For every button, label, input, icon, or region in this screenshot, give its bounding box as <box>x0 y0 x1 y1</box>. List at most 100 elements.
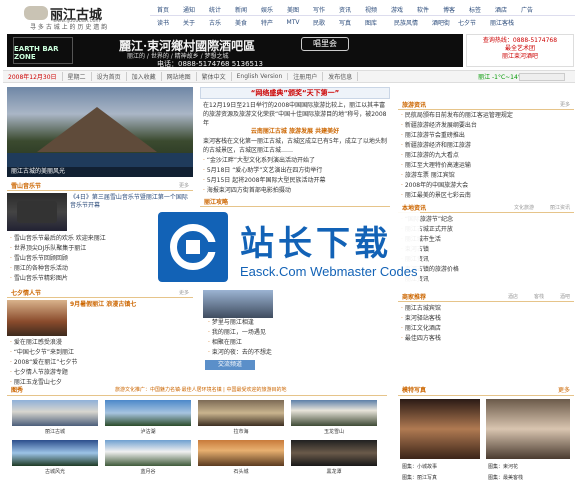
list-item[interactable]: 梦里与丽江相逢 <box>208 318 388 328</box>
portrait-caption[interactable]: 图集：小城故事 <box>402 463 437 470</box>
nav-link[interactable]: 统计 <box>202 5 228 14</box>
list-item[interactable]: 海报束河四方街首部电影拍摄动 <box>203 186 389 196</box>
business-tab[interactable]: 酒店 <box>508 293 518 300</box>
nav-link[interactable]: 写真 <box>332 18 358 27</box>
gallery-photo[interactable] <box>198 440 284 466</box>
list-item[interactable]: 5月18日 “爱心助学”文艺演出在四方街举行 <box>203 166 389 176</box>
portrait-photo[interactable] <box>400 399 480 459</box>
list-item[interactable]: “中国七夕节”来到丽江 <box>10 348 193 358</box>
list-item[interactable]: 我的丽江，一场遇见 <box>208 328 388 338</box>
featured-slideshow[interactable]: 丽江古城的美丽风光 <box>7 87 193 177</box>
list-item[interactable]: 新疆旅游经济和丽江旅游 <box>401 141 573 151</box>
gallery-caption[interactable]: 古城风光 <box>12 468 98 475</box>
local-news-tab[interactable]: 文化旅游 <box>514 204 534 211</box>
list-item[interactable]: 七夕情人节旅游专题 <box>10 368 193 378</box>
nav-link[interactable]: 七夕节 <box>454 18 480 27</box>
infobar-link[interactable]: English Version <box>232 73 289 80</box>
top-banner-ad[interactable]: EARTH BAR ZONE 麗江·束河鄉村國際酒吧區 唱里会 丽江的 / 世界… <box>7 34 463 67</box>
nav-link[interactable]: 丽江客栈 <box>480 18 524 27</box>
portrait-caption[interactable]: 图集：丽江写真 <box>402 474 437 481</box>
nav-link[interactable]: 新闻 <box>228 5 254 14</box>
gallery-photo[interactable] <box>198 400 284 426</box>
list-item[interactable]: 束河驿站客栈 <box>401 314 573 324</box>
list-item[interactable]: 束河古镇的旅游价格 <box>401 265 573 275</box>
nav-link[interactable]: 酒吧街 <box>428 18 454 27</box>
guide-photo[interactable] <box>203 290 273 318</box>
list-item[interactable]: 丽江旅游节会重磅推出 <box>401 131 573 141</box>
nav-link[interactable]: 资讯 <box>332 5 358 14</box>
list-item[interactable]: 丽江文化酒店 <box>401 324 573 334</box>
list-item[interactable]: 丽江资讯 <box>401 255 573 265</box>
list-item[interactable]: 新疆旅游经济发展纲要出台 <box>401 121 573 131</box>
gallery-caption[interactable]: 泸沽湖 <box>105 428 191 435</box>
nav-link[interactable]: 软件 <box>410 5 436 14</box>
list-item[interactable]: 束河的夜：去的不想走 <box>208 348 388 358</box>
list-item[interactable]: “国际旅游节”纪念 <box>401 215 573 225</box>
list-item[interactable]: 最佳四方客栈 <box>401 334 573 344</box>
gallery-photo[interactable] <box>105 440 191 466</box>
center-headline[interactable]: “网络盛典”颁奖“天下第一” <box>200 87 390 99</box>
infobar-link[interactable]: 网站地图 <box>162 72 197 81</box>
portrait-caption[interactable]: 图集：最美客栈 <box>488 474 523 481</box>
gallery-caption[interactable]: 拉市海 <box>198 428 284 435</box>
infobar-link[interactable]: 加入收藏 <box>127 72 162 81</box>
business-tab[interactable]: 酒吧 <box>560 293 570 300</box>
nav-link[interactable]: 写作 <box>306 5 332 14</box>
qixi-more-link[interactable]: 更多 <box>179 289 189 296</box>
list-item[interactable]: 丽江古城正式开放 <box>401 225 573 235</box>
nav-link[interactable]: 关于 <box>176 18 202 27</box>
portrait-more[interactable]: 更多 <box>558 385 570 394</box>
gallery-caption[interactable]: 玉龙雪山 <box>291 428 377 435</box>
list-item[interactable]: 丽江最美的景区七彩云南 <box>401 191 573 201</box>
music-photo[interactable] <box>7 193 67 231</box>
infobar-link[interactable]: 发布信息 <box>323 72 359 81</box>
music-feature-text[interactable]: 《4日》第三届雪山音乐节暨丽江第一个国际音乐节开幕 <box>70 194 193 210</box>
list-item[interactable]: 丽江至大理特价高速运输 <box>401 161 573 171</box>
nav-link[interactable]: 通知 <box>176 5 202 14</box>
qixi-photo[interactable] <box>7 300 67 336</box>
local-news-tab[interactable]: 丽江资讯 <box>550 204 570 211</box>
nav-link[interactable]: 美食 <box>228 18 254 27</box>
nav-link[interactable]: 民族风情 <box>384 18 428 27</box>
nav-link[interactable]: 古乐 <box>202 18 228 27</box>
nav-link[interactable]: 读书 <box>150 18 176 27</box>
business-tab[interactable]: 客栈 <box>534 293 544 300</box>
nav-link[interactable]: 酒店 <box>488 5 514 14</box>
gallery-caption[interactable]: 黑龙潭 <box>291 468 377 475</box>
portrait-photo[interactable] <box>486 399 570 459</box>
gallery-photo[interactable] <box>12 440 98 466</box>
list-item[interactable]: 5月15日 起将2008年国际大型民族活动开幕 <box>203 176 389 186</box>
infobar-link[interactable]: 繁体中文 <box>197 72 232 81</box>
nav-link[interactable]: 娱乐 <box>254 5 280 14</box>
infobar-link[interactable]: 设为首页 <box>92 72 127 81</box>
list-item[interactable]: 束河古镇 <box>401 245 573 255</box>
list-item[interactable]: 丽江旅游的九大看点 <box>401 151 573 161</box>
nav-link[interactable]: 民歌 <box>306 18 332 27</box>
exchange-tab[interactable]: 交流频道 <box>205 360 255 370</box>
nav-link[interactable]: 广告 <box>514 5 540 14</box>
music-more-link[interactable]: 更多 <box>179 182 189 189</box>
list-item[interactable]: 丽江古城宾馆 <box>401 304 573 314</box>
nav-link[interactable]: 游戏 <box>384 5 410 14</box>
gallery-photo[interactable] <box>291 440 377 466</box>
gallery-photo[interactable] <box>105 400 191 426</box>
nav-link[interactable]: 博客 <box>436 5 462 14</box>
list-item[interactable]: “金沙江畔”大型文化系列演出活动开始了 <box>203 156 389 166</box>
nav-link[interactable]: MTV <box>280 19 306 26</box>
gallery-photo[interactable] <box>12 400 98 426</box>
list-item[interactable]: 相聚在丽江 <box>208 338 388 348</box>
list-item[interactable]: 旅游车票 丽江宾馆 <box>401 171 573 181</box>
nav-link[interactable]: 标签 <box>462 5 488 14</box>
list-item[interactable]: 2008年的中国旅游大会 <box>401 181 573 191</box>
list-item[interactable]: 丽江资讯 <box>401 275 573 285</box>
center-subheadline[interactable]: 云南丽江古城 旅游发展 共建美好 <box>200 126 390 136</box>
gallery-photo[interactable] <box>291 400 377 426</box>
list-item[interactable]: 丽江城市生活 <box>401 235 573 245</box>
gallery-caption[interactable]: 丽江古城 <box>12 428 98 435</box>
nav-link[interactable]: 首页 <box>150 5 176 14</box>
travel-news-more[interactable]: 更多 <box>560 101 570 108</box>
list-item[interactable]: 2008“爱在丽江”七夕节 <box>10 358 193 368</box>
nav-link[interactable]: 视频 <box>358 5 384 14</box>
nav-link[interactable]: 美图 <box>280 5 306 14</box>
portrait-caption[interactable]: 图集：束河花 <box>488 463 518 470</box>
